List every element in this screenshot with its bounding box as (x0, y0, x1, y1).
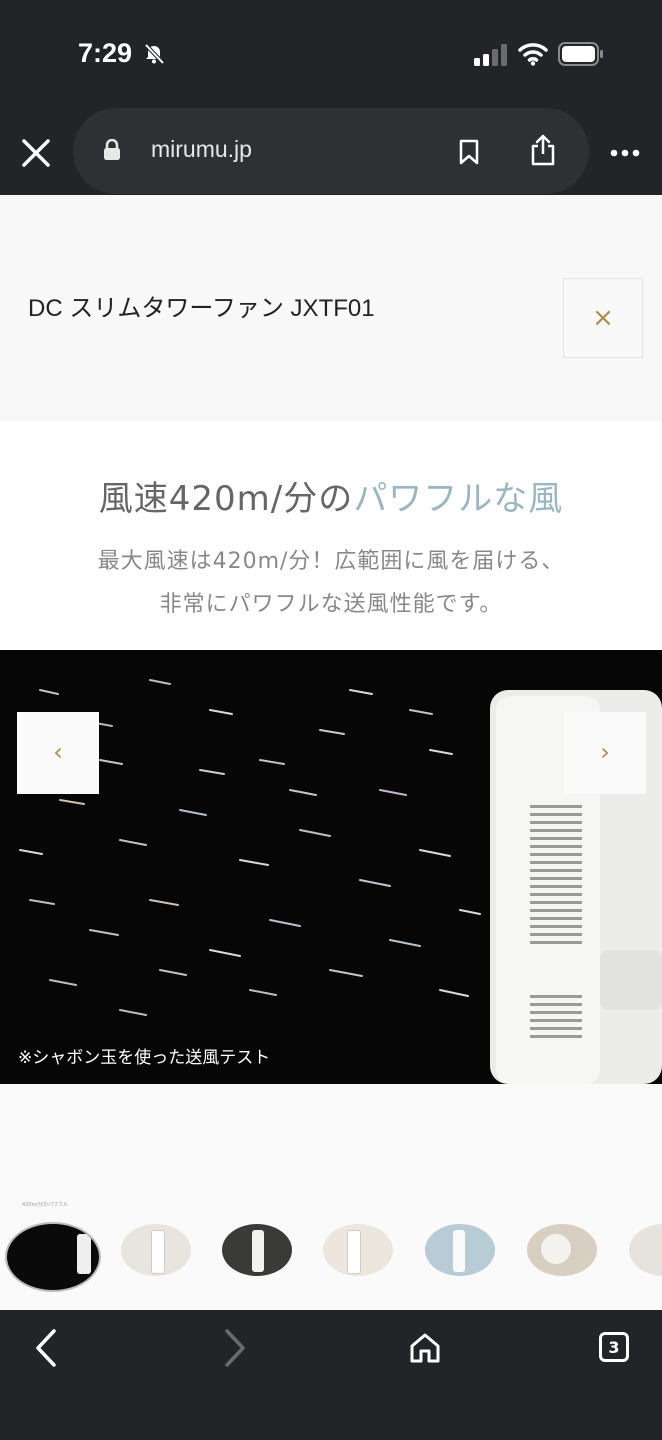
back-icon[interactable] (34, 1329, 58, 1367)
thumbnail-6[interactable] (516, 1198, 602, 1294)
status-time: 7:29 (78, 38, 133, 68)
thumbnail-caption: 420m/分のパワフル (21, 1202, 69, 1208)
thumbnail-image (5, 1222, 101, 1292)
feature-headline: 風速420m/分のパワフルな風 (0, 471, 662, 520)
wifi-icon (518, 43, 548, 66)
share-icon[interactable] (530, 134, 556, 166)
battery-icon (558, 42, 603, 66)
headline-main: 風速420m/分の (98, 479, 354, 519)
feature-subtext-line2: 非常にパワフルな送風性能です。 (159, 592, 503, 617)
close-browser-icon[interactable] (18, 135, 54, 171)
thumbnail-1[interactable]: 420m/分のパワフル (2, 1198, 101, 1294)
bookmark-icon[interactable] (459, 139, 479, 165)
hero-caption: ※シャボン玉を使った送風テスト (18, 1048, 271, 1068)
status-bar: 7:29 (0, 0, 662, 105)
thumbnail-7[interactable] (618, 1198, 662, 1294)
carousel-prev-button[interactable]: ‹ (17, 712, 99, 794)
browser-bottom-bar: 3 (0, 1310, 662, 1440)
thumbnail-5[interactable] (414, 1198, 500, 1294)
spacer (0, 1084, 662, 1198)
thumbnail-image (527, 1224, 597, 1276)
feature-section: 風速420m/分のパワフルな風 最大風速は420m/分！広範囲に風を届ける、 非… (0, 421, 662, 650)
thumbnail-strip: 420m/分のパワフル (0, 1198, 662, 1310)
thumbnail-image (629, 1224, 662, 1276)
headline-accent: パワフルな風 (353, 479, 564, 519)
carousel-next-button[interactable]: › (564, 712, 646, 794)
bubble-streaks-graphic (19, 679, 662, 1084)
address-bar[interactable]: mirumu.jp (73, 108, 589, 194)
thumbnail-4[interactable] (312, 1198, 398, 1294)
thumbnail-3[interactable] (211, 1198, 297, 1294)
hero-carousel-image: ※シャボン玉を使った送風テスト ‹ › (0, 650, 662, 1084)
product-header: DC スリムタワーファン JXTF01 × (0, 195, 662, 421)
thumbnail-image (121, 1224, 191, 1276)
home-icon[interactable] (409, 1332, 441, 1364)
tab-count: 3 (608, 1338, 620, 1357)
cellular-signal-icon (474, 44, 507, 66)
forward-icon[interactable] (223, 1329, 247, 1367)
silent-bell-icon (144, 43, 165, 65)
feature-subtext-line1: 最大風速は420m/分！広範囲に風を届ける、 (97, 549, 565, 574)
browser-toolbar: mirumu.jp (0, 105, 662, 195)
product-title: DC スリムタワーファン JXTF01 (28, 295, 375, 322)
thumbnail-image (323, 1224, 393, 1276)
tabs-button[interactable]: 3 (599, 1332, 629, 1362)
thumbnail-image (222, 1224, 292, 1276)
lock-icon (104, 139, 120, 160)
more-options-icon[interactable] (610, 149, 640, 157)
close-button[interactable]: × (563, 278, 643, 358)
thumbnail-2[interactable] (110, 1198, 196, 1294)
url-text: mirumu.jp (151, 136, 252, 162)
thumbnail-image (425, 1224, 495, 1276)
